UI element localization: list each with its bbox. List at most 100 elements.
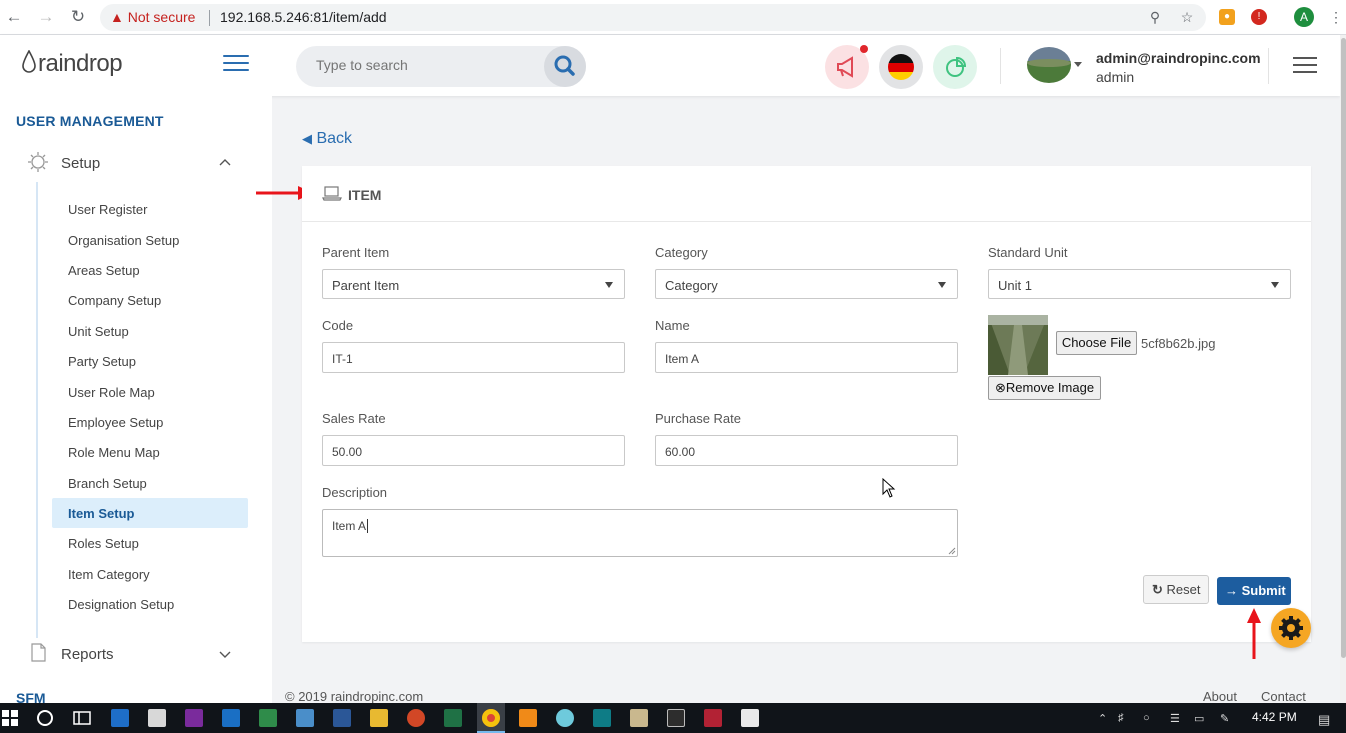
user-menu-caret-icon[interactable] <box>1074 62 1082 67</box>
remove-image-button[interactable]: ⊗Remove Image <box>988 376 1101 400</box>
profile-avatar-icon[interactable]: A <box>1294 7 1314 27</box>
outlook-app-icon[interactable] <box>222 709 240 727</box>
code-input[interactable]: IT-1 <box>322 342 625 373</box>
sidebar-item-branch-setup[interactable]: Branch Setup <box>68 476 147 491</box>
about-link[interactable]: About <box>1203 689 1237 704</box>
sidebar-item-party-setup[interactable]: Party Setup <box>68 354 136 369</box>
terminal-app-icon[interactable] <box>667 709 685 727</box>
code-label: Code <box>322 318 354 333</box>
refresh-icon: ↻ <box>1152 582 1163 597</box>
photos-app-icon[interactable] <box>741 709 759 727</box>
warning-icon: ▲ <box>110 9 124 25</box>
description-label: Description <box>322 485 388 500</box>
chrome-app-icon[interactable] <box>482 709 500 727</box>
header-divider <box>1000 48 1001 84</box>
dashboard-button[interactable] <box>933 45 977 89</box>
contact-link[interactable]: Contact <box>1261 689 1306 704</box>
battery-icon[interactable]: ▭ <box>1194 712 1204 725</box>
sidebar-tree-line <box>36 182 38 638</box>
standard-unit-select[interactable]: Unit 1 <box>988 269 1291 299</box>
extension-stop-icon[interactable]: ! <box>1251 9 1267 25</box>
slack-app-icon[interactable] <box>556 709 574 727</box>
chevron-up-icon[interactable] <box>219 158 231 166</box>
choose-file-button[interactable]: Choose File <box>1056 331 1137 355</box>
sidebar-item-user-role-map[interactable]: User Role Map <box>68 385 155 400</box>
text-cursor <box>367 519 369 533</box>
key-icon[interactable]: ⚲ <box>1147 9 1163 25</box>
sidebar-section-title: USER MANAGEMENT <box>16 113 164 129</box>
reload-icon[interactable]: ↻ <box>67 6 89 28</box>
user-avatar[interactable] <box>1027 47 1071 83</box>
tray-app-icon[interactable]: ○ <box>1143 712 1150 724</box>
url-text[interactable]: 192.168.5.246:81/item/add <box>220 9 387 25</box>
forward-arrow-icon[interactable]: → <box>35 6 57 28</box>
browser-menu-icon[interactable]: ⋮ <box>1328 9 1344 25</box>
parent-item-select[interactable]: Parent Item <box>322 269 625 299</box>
scrollbar-thumb[interactable] <box>1341 38 1346 658</box>
volume-icon[interactable]: ♯ <box>1118 712 1124 724</box>
sidebar-item-role-menu-map[interactable]: Role Menu Map <box>68 445 160 460</box>
app-icon[interactable] <box>296 709 314 727</box>
cortana-search-icon[interactable] <box>36 709 54 727</box>
notification-dot <box>860 45 868 53</box>
purchase-rate-input[interactable]: 60.00 <box>655 435 958 466</box>
search-box <box>296 46 586 87</box>
settings-floating-button[interactable] <box>1271 608 1311 648</box>
pen-icon[interactable]: ✎ <box>1220 712 1229 725</box>
sidebar-item-unit-setup[interactable]: Unit Setup <box>68 324 129 339</box>
taskbar-clock[interactable]: 4:42 PM <box>1252 710 1297 724</box>
sales-rate-input[interactable]: 50.00 <box>322 435 625 466</box>
excel-app-icon[interactable] <box>444 709 462 727</box>
options-menu-button[interactable] <box>1293 57 1317 75</box>
back-link[interactable]: ◀ Back <box>302 130 352 148</box>
submit-button[interactable]: → Submit <box>1217 577 1291 605</box>
tray-expand-icon[interactable]: ⌃ <box>1098 712 1107 725</box>
app-icon[interactable] <box>704 709 722 727</box>
onenote-app-icon[interactable] <box>185 709 203 727</box>
chevron-down-icon[interactable] <box>219 651 231 659</box>
sidebar-item-company-setup[interactable]: Company Setup <box>68 293 161 308</box>
word-app-icon[interactable] <box>333 709 351 727</box>
file-explorer-icon[interactable] <box>370 709 388 727</box>
close-circle-icon: ⊗ <box>995 380 1006 395</box>
sidebar-group-reports[interactable]: Reports <box>61 646 114 663</box>
store-app-icon[interactable] <box>148 709 166 727</box>
app-logo[interactable]: raindrop <box>22 47 123 78</box>
language-button[interactable] <box>879 45 923 89</box>
search-input[interactable] <box>316 57 536 73</box>
sidebar-item-organisation-setup[interactable]: Organisation Setup <box>68 233 179 248</box>
app-icon[interactable] <box>259 709 277 727</box>
sidebar-item-item-category[interactable]: Item Category <box>68 567 150 582</box>
sidebar-toggle-button[interactable] <box>223 55 249 73</box>
resize-handle-icon[interactable] <box>948 547 956 555</box>
not-secure-indicator[interactable]: ▲ Not secure <box>110 9 195 25</box>
notifications-icon[interactable]: ▤ <box>1318 712 1330 728</box>
windows-start-icon[interactable] <box>2 710 18 726</box>
reset-button[interactable]: ↻ Reset <box>1143 575 1209 604</box>
powerpoint-app-icon[interactable] <box>407 709 425 727</box>
sidebar-item-user-register[interactable]: User Register <box>68 202 147 217</box>
wifi-icon[interactable]: ☰ <box>1170 712 1180 725</box>
app-icon[interactable] <box>593 709 611 727</box>
standard-unit-label: Standard Unit <box>988 245 1068 260</box>
sidebar-item-areas-setup[interactable]: Areas Setup <box>68 263 140 278</box>
app-icon[interactable] <box>630 709 648 727</box>
extension-bag-icon[interactable]: ● <box>1219 9 1235 25</box>
category-select[interactable]: Category <box>655 269 958 299</box>
back-arrow-icon[interactable]: ← <box>3 6 25 28</box>
user-role: admin <box>1096 69 1135 85</box>
sidebar-item-employee-setup[interactable]: Employee Setup <box>68 415 163 430</box>
bookmark-star-icon[interactable]: ☆ <box>1179 9 1195 25</box>
name-input[interactable]: Item A <box>655 342 958 373</box>
sidebar-item-designation-setup[interactable]: Designation Setup <box>68 597 174 612</box>
sidebar-group-setup[interactable]: Setup <box>61 155 100 172</box>
task-view-icon[interactable] <box>73 709 91 727</box>
header-divider <box>1268 48 1269 84</box>
search-button[interactable] <box>544 46 586 87</box>
description-textarea[interactable]: Item A <box>322 509 958 557</box>
vlc-app-icon[interactable] <box>519 709 537 727</box>
edge-app-icon[interactable] <box>111 709 129 727</box>
sales-rate-label: Sales Rate <box>322 411 386 426</box>
sidebar-item-roles-setup[interactable]: Roles Setup <box>68 536 139 551</box>
sidebar-item-item-setup[interactable]: Item Setup <box>68 506 134 521</box>
